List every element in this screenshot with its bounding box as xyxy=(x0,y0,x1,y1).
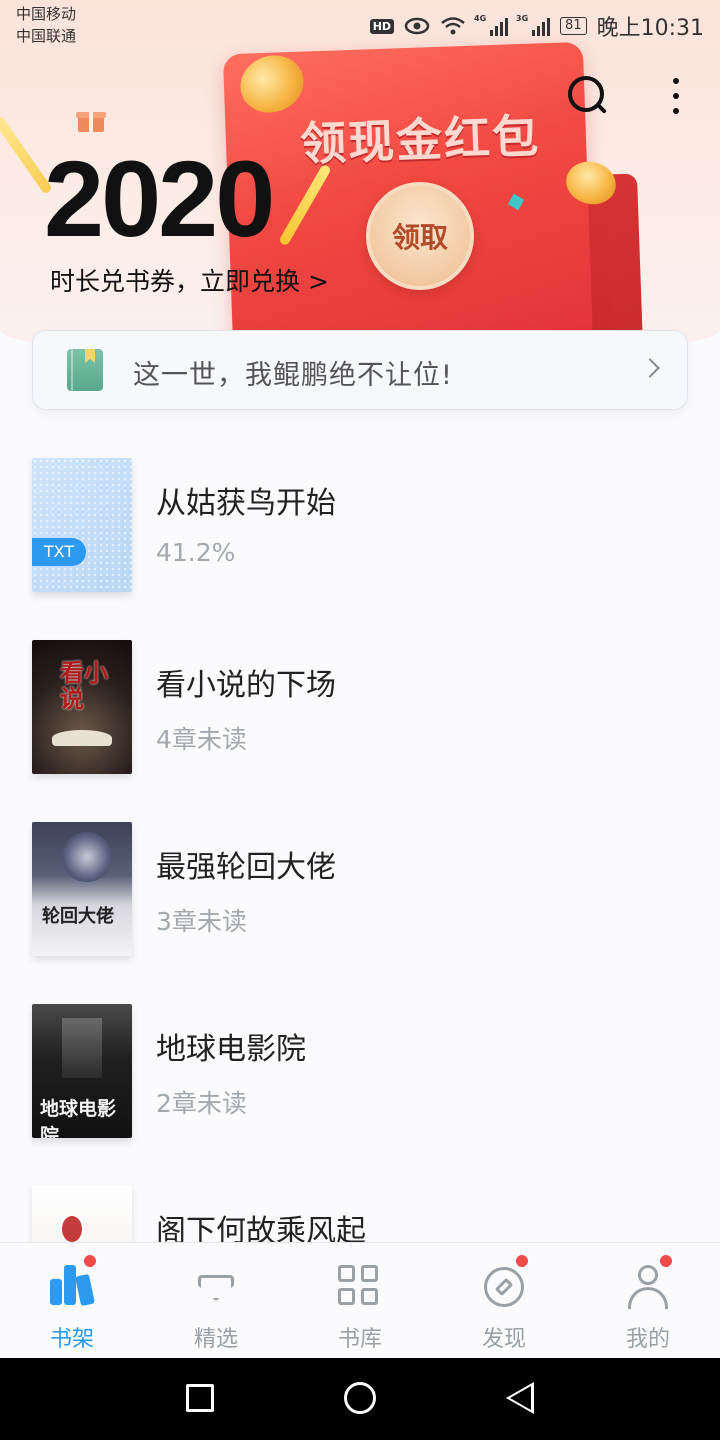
book-title: 看小说的下场 xyxy=(156,668,336,703)
diamond-icon xyxy=(192,1263,240,1311)
book-title: 最强轮回大佬 xyxy=(156,850,336,885)
wifi-icon xyxy=(441,17,465,35)
carrier-1: 中国移动 xyxy=(16,5,77,23)
book-item[interactable]: 看小说 看小说的下场 4章未读 xyxy=(0,640,720,780)
recent-apps-icon[interactable] xyxy=(186,1384,214,1412)
recent-reading-card[interactable]: 这一世，我鲲鹏绝不让位! xyxy=(32,330,688,410)
back-icon[interactable] xyxy=(506,1382,534,1414)
nav-tab-discover[interactable]: 发现 xyxy=(432,1243,576,1359)
chevron-right-icon xyxy=(640,358,660,378)
notification-dot xyxy=(658,1253,674,1269)
nav-label: 书库 xyxy=(337,1327,382,1352)
nav-tab-library[interactable]: 书库 xyxy=(288,1243,432,1359)
book-item[interactable]: 地球电影院 地球电影院 2章未读 xyxy=(0,1004,720,1144)
nav-tab-featured[interactable]: 精选 xyxy=(144,1243,288,1359)
claim-red-packet-button[interactable]: 领取 xyxy=(366,182,474,290)
signal-icon: 3G xyxy=(516,14,551,36)
book-unread-count: 2章未读 xyxy=(156,1089,247,1118)
nav-tab-bookshelf[interactable]: 书架 xyxy=(0,1243,144,1359)
status-bar: 中国移动 中国联通 HD 4G 3G 81 晚上10:31 xyxy=(0,0,720,48)
signal-icon: 4G xyxy=(474,14,509,36)
book-item[interactable]: TXT 从姑获鸟开始 41.2% xyxy=(0,458,720,598)
book-cover: 轮回大佬 xyxy=(32,822,132,956)
compass-icon xyxy=(480,1263,528,1311)
gift-icon xyxy=(76,108,106,132)
grid-icon xyxy=(336,1263,384,1311)
txt-badge: TXT xyxy=(32,538,86,566)
battery-icon: 81 xyxy=(560,17,587,35)
nav-tab-profile[interactable]: 我的 xyxy=(576,1243,720,1359)
bookshelf-icon xyxy=(48,1263,96,1311)
book-progress: 41.2% xyxy=(156,538,236,567)
redeem-voucher-link[interactable]: 时长兑书券，立即兑换 > xyxy=(50,262,329,298)
nav-label: 发现 xyxy=(481,1327,526,1352)
nav-label: 精选 xyxy=(193,1327,238,1352)
book-title: 从姑获鸟开始 xyxy=(156,486,336,521)
promo-banner[interactable]: 领现金红包 领取 2020 时长兑书券，立即兑换 > xyxy=(0,0,720,360)
book-item[interactable]: 轮回大佬 最强轮回大佬 3章未读 xyxy=(0,822,720,962)
eye-icon xyxy=(404,17,430,35)
promo-year: 2020 xyxy=(44,138,275,259)
hd-icon: HD xyxy=(369,18,395,34)
search-icon[interactable] xyxy=(566,74,610,118)
book-unread-count: 3章未读 xyxy=(156,907,247,936)
user-icon xyxy=(624,1263,672,1311)
status-time: 晚上10:31 xyxy=(596,16,704,41)
bottom-nav: 书架 精选 书库 发现 我的 xyxy=(0,1242,720,1358)
book-cover: TXT xyxy=(32,458,132,592)
book-title: 地球电影院 xyxy=(156,1032,306,1067)
book-icon xyxy=(67,349,103,391)
carrier-2: 中国联通 xyxy=(16,27,77,45)
book-cover: 看小说 xyxy=(32,640,132,774)
notification-dot xyxy=(514,1253,530,1269)
red-packet-title: 领现金红包 xyxy=(299,108,541,172)
book-cover: 地球电影院 xyxy=(32,1004,132,1138)
more-options-icon[interactable] xyxy=(660,74,692,118)
book-unread-count: 4章未读 xyxy=(156,725,247,754)
nav-label: 我的 xyxy=(625,1327,670,1352)
notification-dot xyxy=(82,1253,98,1269)
system-nav-bar xyxy=(0,1358,720,1440)
recent-book-title: 这一世，我鲲鹏绝不让位! xyxy=(133,360,453,391)
home-icon[interactable] xyxy=(344,1382,376,1414)
nav-label: 书架 xyxy=(49,1327,94,1352)
